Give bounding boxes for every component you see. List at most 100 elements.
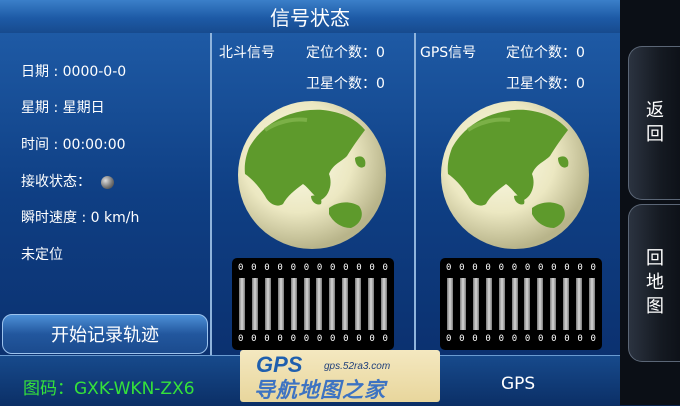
signal-bar — [368, 278, 375, 330]
satellite-id: 0 — [551, 334, 557, 344]
signal-value: 0 — [382, 263, 388, 273]
receive-label: 接收状态： — [21, 174, 91, 190]
signal-value: 0 — [329, 263, 336, 273]
signal-bar — [277, 278, 284, 330]
satellite-id: 0 — [277, 334, 283, 344]
signal-bar — [355, 278, 362, 330]
signal-value: 0 — [577, 263, 583, 273]
signal-bar — [485, 278, 492, 330]
fix-status: 未定位 — [21, 247, 63, 263]
signal-value: 0 — [238, 263, 244, 273]
gps-signal-meter: 000000000000 000000000000 — [440, 258, 602, 350]
beidou-satellite-ids-bottom: 000000000000 — [238, 334, 388, 344]
signal-bar — [303, 278, 310, 330]
signal-value: 0 — [446, 263, 452, 273]
satellite-id: 0 — [382, 334, 388, 344]
signal-value: 0 — [485, 263, 491, 273]
signal-value: 0 — [524, 263, 531, 273]
satellite-id: 0 — [369, 334, 375, 344]
date-label: 日期 — [21, 64, 49, 80]
signal-bar — [251, 278, 258, 330]
beidou-globe-icon — [238, 101, 386, 249]
gps-globe-icon — [441, 101, 589, 249]
map-code: 图码：GXK-WKN-ZX6 — [23, 379, 195, 399]
satellite-id: 0 — [316, 334, 323, 344]
satellite-id: 0 — [356, 334, 362, 344]
signal-bar — [576, 278, 583, 330]
satellite-id: 0 — [329, 334, 336, 344]
back-button[interactable]: 返回 — [628, 46, 680, 200]
info-panel — [0, 33, 210, 355]
signal-bar — [511, 278, 518, 330]
title-bar: 信号状态 — [0, 0, 620, 34]
gps-satellite-count: 卫星个数：0 — [506, 76, 585, 92]
beidou-signal-values-top: 000000000000 — [238, 263, 388, 273]
beidou-fix-count: 定位个数：0 — [306, 45, 385, 61]
time-row: 时间 : 00:00:00 — [21, 137, 126, 153]
speed-value: 0 km/h — [90, 210, 140, 226]
signal-bar — [472, 278, 479, 330]
receive-row: 接收状态： — [21, 171, 114, 191]
gps-fix-count: 定位个数：0 — [506, 45, 585, 61]
signal-value: 0 — [303, 263, 310, 273]
satellite-id: 0 — [459, 334, 465, 344]
satellite-id: 0 — [290, 334, 296, 344]
satellite-id: 0 — [577, 334, 583, 344]
watermark-url: gps.52ra3.com — [324, 361, 391, 372]
satellite-id: 0 — [472, 334, 478, 344]
side-nav: 返回 回地图 — [620, 0, 680, 405]
watermark-name: 导航地图之家 — [254, 378, 386, 402]
back-to-map-label: 回地图 — [646, 248, 664, 317]
beidou-signal-bars — [239, 278, 387, 330]
signal-bar — [380, 278, 387, 330]
signal-value: 0 — [290, 263, 296, 273]
back-button-label: 返回 — [646, 100, 664, 145]
date-value: 0000-0-0 — [62, 64, 127, 80]
signal-value: 0 — [459, 263, 465, 273]
signal-bar — [459, 278, 466, 330]
watermark-logo: GPS gps.52ra3.com 导航地图之家 — [240, 350, 440, 402]
satellite-id: 0 — [238, 334, 244, 344]
satellite-id: 0 — [498, 334, 504, 344]
satellite-id: 0 — [446, 334, 452, 344]
weekday-label: 星期 — [21, 100, 49, 116]
signal-bar — [447, 278, 453, 330]
signal-value: 0 — [511, 263, 518, 273]
signal-bar — [239, 278, 245, 330]
signal-value: 0 — [551, 263, 557, 273]
signal-bar — [290, 278, 297, 330]
signal-bar — [588, 278, 595, 330]
satellite-id: 0 — [343, 334, 349, 344]
back-to-map-button[interactable]: 回地图 — [628, 204, 680, 362]
beidou-label: 北斗信号 — [219, 45, 275, 61]
signal-value: 0 — [316, 263, 323, 273]
signal-value: 0 — [343, 263, 349, 273]
signal-value: 0 — [537, 263, 544, 273]
page-title: 信号状态 — [270, 6, 350, 30]
gps-signal-values-top: 000000000000 — [446, 263, 596, 273]
signal-bar — [264, 278, 271, 330]
gps-signal-bars — [447, 278, 595, 330]
positioning-mode: GPS — [501, 374, 536, 394]
speed-label: 瞬时速度 — [21, 210, 77, 226]
signal-bar — [342, 278, 349, 330]
signal-value: 0 — [564, 263, 570, 273]
satellite-id: 0 — [537, 334, 544, 344]
satellite-id: 0 — [590, 334, 596, 344]
satellite-id: 0 — [564, 334, 570, 344]
satellite-id: 0 — [251, 334, 257, 344]
time-value: 00:00:00 — [62, 137, 126, 153]
signal-bar — [563, 278, 570, 330]
signal-value: 0 — [590, 263, 596, 273]
satellite-id: 0 — [485, 334, 491, 344]
signal-value: 0 — [472, 263, 478, 273]
signal-bar — [329, 278, 336, 330]
date-row: 日期 : 0000-0-0 — [21, 64, 127, 80]
beidou-satellite-count: 卫星个数：0 — [306, 76, 385, 92]
signal-value: 0 — [251, 263, 257, 273]
speed-row: 瞬时速度 : 0 km/h — [21, 210, 140, 226]
gps-satellite-ids-bottom: 000000000000 — [446, 334, 596, 344]
signal-bar — [550, 278, 557, 330]
start-record-track-button[interactable]: 开始记录轨迹 — [2, 314, 208, 354]
satellite-id: 0 — [264, 334, 270, 344]
